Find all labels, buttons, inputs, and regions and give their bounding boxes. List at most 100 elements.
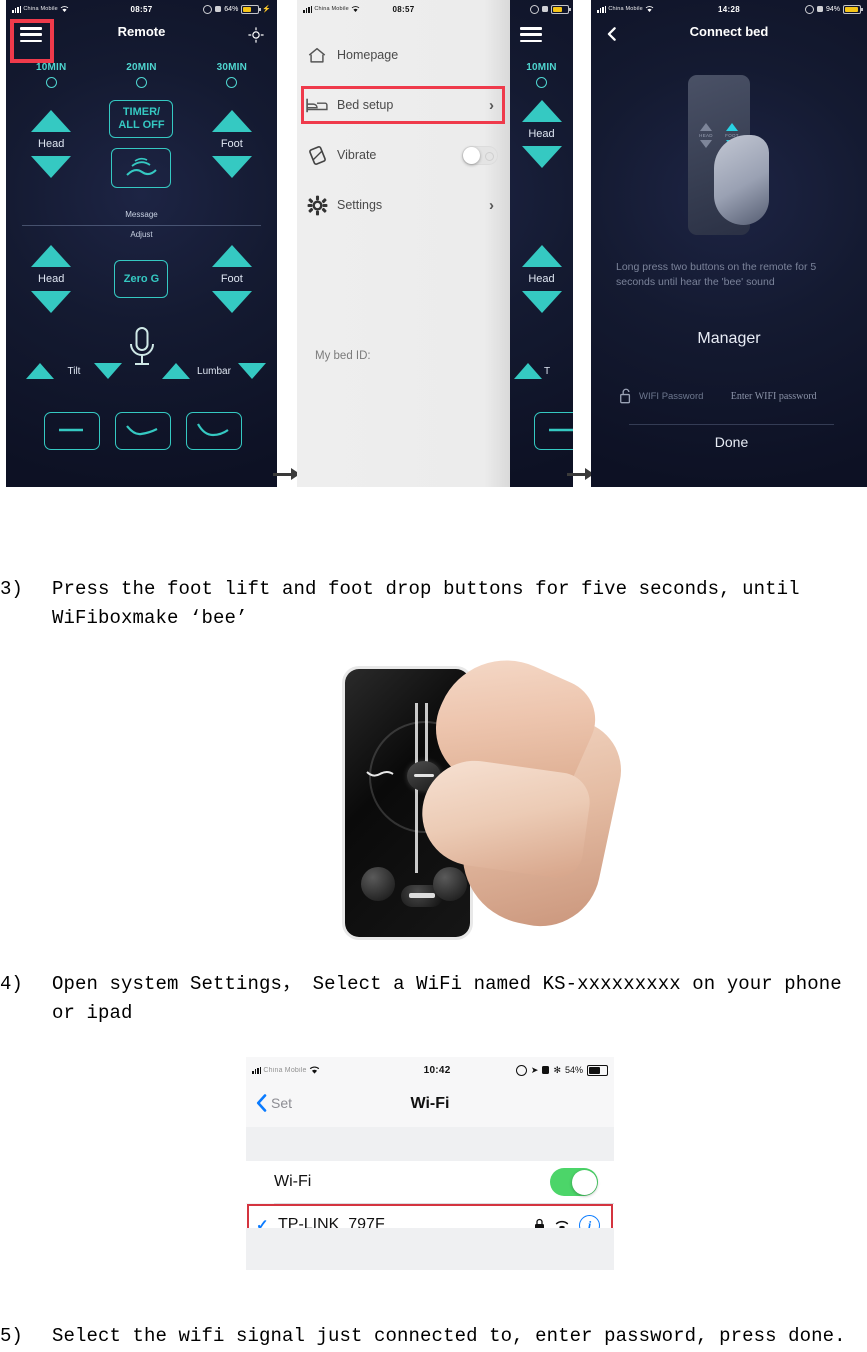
- head-up-button[interactable]: [31, 110, 72, 132]
- toggle-knob: [571, 1169, 597, 1195]
- lumbar-controls: Lumbar: [154, 363, 274, 379]
- tilt-down-button[interactable]: [94, 363, 123, 379]
- tilt-up-button[interactable]: [514, 363, 542, 379]
- zero-g-button[interactable]: Zero G: [114, 260, 169, 298]
- chevron-right-icon: ›: [489, 196, 494, 214]
- adjust-foot-up-button[interactable]: [211, 245, 252, 267]
- tilt-controls: Tilt: [14, 363, 134, 379]
- adjust-head-down-button[interactable]: [521, 291, 562, 313]
- nav-bar: Connect bed: [591, 18, 867, 48]
- battery-percent: 94%: [826, 5, 841, 13]
- phone-screenshot-menu: 10MIN Head Head T China Mobile 08:57 Hom…: [297, 0, 573, 487]
- timer-10min[interactable]: 10MIN: [6, 62, 96, 88]
- wifi-password-row: WIFI Password Enter WIFI password: [619, 388, 844, 404]
- step-text: Select the wifi signal just connected to…: [52, 1325, 846, 1347]
- menu-item-label: Homepage: [337, 48, 399, 62]
- step-number: 5): [0, 1325, 23, 1347]
- lumbar-up-button[interactable]: [161, 363, 190, 379]
- wifi-icon: [351, 6, 360, 12]
- menu-item-homepage[interactable]: Homepage: [297, 36, 510, 74]
- timer-all-off-button[interactable]: TIMER/ALL OFF: [109, 100, 174, 138]
- flat-preset-icon[interactable]: [44, 412, 100, 450]
- brightness-icon[interactable]: [247, 26, 265, 44]
- tilt-peek: T: [514, 363, 550, 379]
- adjust-foot-group: Foot: [187, 245, 277, 313]
- page-title: Remote: [117, 24, 166, 39]
- status-right: [500, 4, 573, 14]
- my-bed-id-label: My bed ID:: [315, 350, 371, 362]
- page-title: Wi-Fi: [410, 1095, 450, 1112]
- adjust-head-up-button[interactable]: [31, 245, 72, 267]
- timer-radio-icon: [536, 77, 547, 88]
- wifi-toggle[interactable]: [550, 1168, 598, 1196]
- adjust-head-up-button[interactable]: [521, 245, 562, 267]
- timer-radio-icon[interactable]: [226, 77, 238, 88]
- carrier-label: China Mobile: [314, 6, 349, 12]
- battery-icon: [587, 1064, 610, 1076]
- head-up-arrow-icon: [700, 123, 712, 131]
- adjust-section-label: Adjust: [130, 230, 153, 239]
- timer-30min[interactable]: 30MIN: [187, 62, 277, 88]
- foot-up-button[interactable]: [211, 110, 252, 132]
- signal-bars-icon: [252, 1066, 262, 1074]
- zerog-preset-icon[interactable]: [115, 412, 171, 450]
- app-background: [591, 0, 867, 487]
- massage-wave-icon[interactable]: [111, 148, 172, 188]
- adjust-head-group: Head: [6, 245, 96, 313]
- tilt-up-button[interactable]: [25, 363, 54, 379]
- step-text: Open system Settings， Select a WiFi name…: [52, 973, 842, 1025]
- bottom-section: [246, 1228, 614, 1270]
- tilt-label: T: [544, 365, 551, 377]
- menu-item-label: Vibrate: [337, 148, 377, 162]
- wifi-settings-screenshot: China Mobile 10:42 ➤ ✻ 54% Set Wi-Fi Wi-…: [246, 1057, 614, 1270]
- hamburger-icon[interactable]: [520, 27, 542, 42]
- battery-percent: 54%: [564, 1065, 583, 1075]
- timer-radio-icon[interactable]: [135, 77, 147, 88]
- head-label: Head: [38, 273, 65, 285]
- battery-icon: [241, 4, 261, 14]
- wifi-icon: [60, 6, 69, 12]
- battery-icon: [551, 4, 571, 14]
- page-title: Connect bed: [689, 24, 769, 39]
- flat-preset-icon[interactable]: [534, 412, 573, 450]
- step-number: 3): [0, 578, 23, 600]
- wifi-toggle-row[interactable]: Wi-Fi: [246, 1161, 614, 1203]
- divider: [629, 424, 834, 425]
- massage-head-peek: Head: [510, 100, 573, 168]
- vibrate-toggle[interactable]: [462, 145, 498, 165]
- battery-icon: [843, 4, 863, 14]
- massage-controls: Head TIMER/ALL OFF Foot: [6, 100, 277, 188]
- alarm-icon: [215, 6, 222, 12]
- step-5: 5) Select the wifi signal just connected…: [0, 1322, 867, 1351]
- lumbar-down-button[interactable]: [238, 363, 267, 379]
- massage-head-group: Head: [6, 110, 96, 178]
- timer-radio-icon[interactable]: [45, 77, 57, 88]
- head-down-button[interactable]: [31, 156, 72, 178]
- adjust-controls: Head Zero G Foot: [6, 245, 277, 313]
- foot-down-button[interactable]: [211, 156, 252, 178]
- wifi-password-label: WIFI Password: [639, 390, 704, 402]
- head-label: Head: [528, 128, 555, 140]
- home-icon: [297, 46, 337, 65]
- status-bar: China Mobile 14:28 94%: [591, 0, 867, 18]
- adjust-foot-down-button[interactable]: [211, 291, 252, 313]
- status-time: 08:57: [130, 4, 153, 14]
- status-time: 08:57: [392, 4, 415, 14]
- signal-bars-icon: [12, 5, 22, 13]
- wifi-password-input[interactable]: Enter WIFI password: [703, 391, 844, 402]
- menu-item-settings[interactable]: Settings ›: [297, 186, 510, 224]
- menu-item-label: Settings: [337, 198, 383, 212]
- done-button[interactable]: Done: [629, 434, 834, 450]
- timer-20min[interactable]: 20MIN: [96, 62, 186, 88]
- toggle-knob: [463, 146, 480, 164]
- menu-item-vibrate[interactable]: Vibrate: [297, 136, 510, 174]
- head-down-button[interactable]: [521, 146, 562, 168]
- alarm-icon: [542, 6, 548, 12]
- unlock-icon: [620, 388, 631, 404]
- status-time: 14:28: [718, 4, 740, 14]
- head-up-button[interactable]: [521, 100, 562, 122]
- status-left: China Mobile: [591, 5, 689, 13]
- adjust-head-down-button[interactable]: [31, 291, 72, 313]
- tv-preset-icon[interactable]: [186, 412, 242, 450]
- timer-10min-peek: 10MIN: [510, 62, 573, 88]
